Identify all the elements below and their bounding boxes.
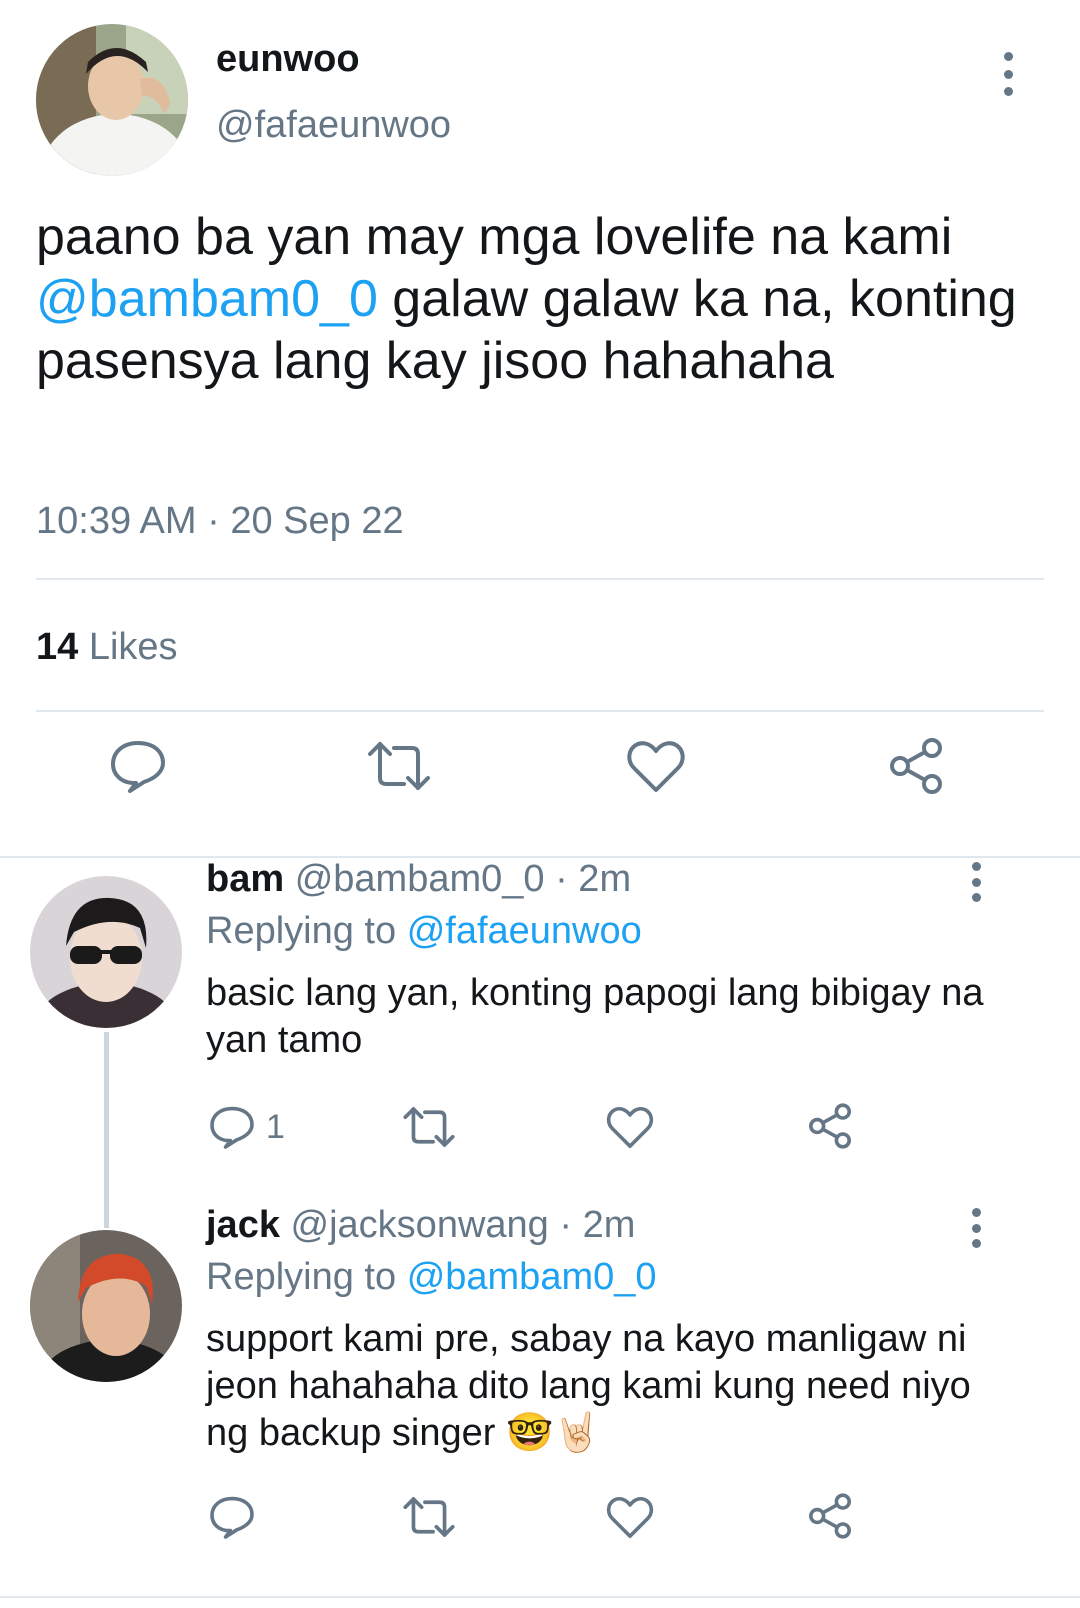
share-button[interactable] bbox=[806, 1492, 854, 1540]
like-button[interactable] bbox=[606, 1494, 654, 1540]
replying-to-label: Replying to bbox=[206, 910, 397, 952]
reply-author-avatar[interactable] bbox=[30, 876, 182, 1028]
reply-age: · 2m bbox=[555, 858, 632, 900]
like-button[interactable] bbox=[606, 1104, 654, 1150]
replying-to-line: Replying to @fafaeunwoo bbox=[206, 910, 642, 953]
reply-author-name[interactable]: bam bbox=[206, 858, 284, 900]
emoji-group: 🤓🤘🏻 bbox=[505, 1412, 601, 1454]
retweet-button[interactable] bbox=[402, 1494, 456, 1540]
likes-summary[interactable]: 14 Likes bbox=[36, 626, 178, 669]
reply-text: basic lang yan, konting papogi lang bibi… bbox=[206, 972, 984, 1061]
like-icon bbox=[627, 741, 685, 792]
reply-author-name[interactable]: jack bbox=[206, 1204, 280, 1246]
mention-link[interactable]: @bambam0_0 bbox=[36, 270, 378, 328]
reply-author-handle[interactable]: @jacksonwang bbox=[291, 1204, 549, 1246]
replying-to-label: Replying to bbox=[206, 1256, 397, 1298]
reply-icon bbox=[111, 741, 165, 793]
more-options-icon[interactable] bbox=[996, 52, 1020, 96]
replying-to-mention[interactable]: @bambam0_0 bbox=[407, 1256, 657, 1298]
like-button[interactable] bbox=[626, 738, 686, 794]
like-icon bbox=[606, 1497, 654, 1538]
main-author-name[interactable]: eunwoo bbox=[216, 38, 360, 81]
share-icon bbox=[809, 1103, 851, 1149]
likes-label: Likes bbox=[88, 626, 178, 668]
divider bbox=[36, 710, 1044, 712]
reply-button[interactable] bbox=[108, 738, 168, 794]
likes-count: 14 bbox=[36, 626, 79, 668]
share-icon bbox=[890, 738, 942, 794]
retweet-icon bbox=[403, 1497, 455, 1537]
tweet-timestamp[interactable]: 10:39 AM · 20 Sep 22 bbox=[36, 500, 404, 543]
more-options-icon[interactable] bbox=[966, 862, 986, 902]
retweet-button[interactable] bbox=[366, 738, 432, 794]
reply-count: 1 bbox=[266, 1107, 285, 1146]
share-button[interactable] bbox=[886, 736, 946, 796]
reply-age: · 2m bbox=[559, 1204, 636, 1246]
main-author-avatar[interactable] bbox=[36, 24, 188, 176]
replying-to-mention[interactable]: @fafaeunwoo bbox=[407, 910, 642, 952]
like-icon bbox=[606, 1107, 654, 1148]
reply-author-avatar[interactable] bbox=[30, 1230, 182, 1382]
retweet-icon bbox=[368, 742, 430, 790]
reply-icon bbox=[210, 1496, 254, 1539]
share-button[interactable] bbox=[806, 1102, 854, 1150]
replying-to-line: Replying to @bambam0_0 bbox=[206, 1256, 657, 1299]
reply-header: jack @jacksonwang · 2m bbox=[206, 1204, 635, 1247]
main-tweet-text: paano ba yan may mga lovelife na kami @b… bbox=[36, 206, 1046, 392]
main-tweet-text-part: paano ba yan may mga lovelife na kami bbox=[36, 208, 953, 266]
reply-button[interactable]: 1 bbox=[208, 1104, 285, 1150]
more-options-icon[interactable] bbox=[966, 1208, 986, 1248]
reply-icon bbox=[210, 1106, 254, 1149]
retweet-button[interactable] bbox=[402, 1104, 456, 1150]
reply-header: bam @bambam0_0 · 2m bbox=[206, 858, 631, 901]
retweet-icon bbox=[403, 1107, 455, 1147]
thread-connector-line bbox=[104, 1032, 109, 1228]
share-icon bbox=[809, 1493, 851, 1539]
reply-author-handle[interactable]: @bambam0_0 bbox=[295, 858, 545, 900]
main-author-handle[interactable]: @fafaeunwoo bbox=[216, 104, 451, 147]
divider bbox=[36, 578, 1044, 580]
reply-text: support kami pre, sabay na kayo manligaw… bbox=[206, 1316, 1016, 1457]
section-divider bbox=[0, 1596, 1080, 1598]
reply-button[interactable] bbox=[208, 1494, 266, 1540]
